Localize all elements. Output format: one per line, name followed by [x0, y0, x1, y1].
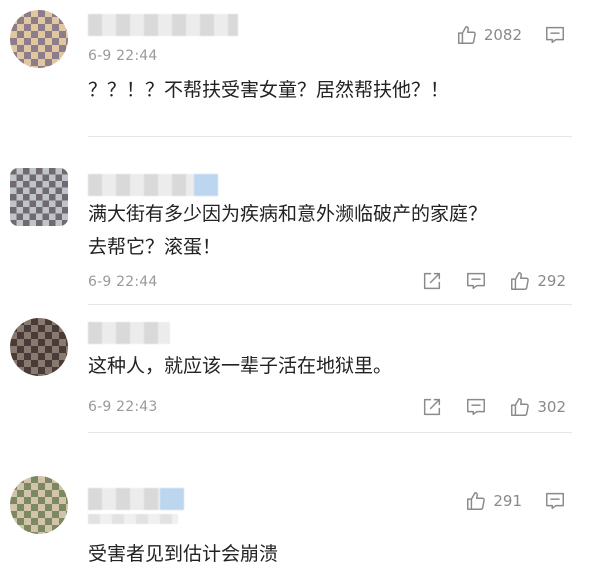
username-blurred[interactable] [88, 14, 238, 36]
username-blurred[interactable] [88, 174, 218, 196]
comment-icon [467, 272, 486, 290]
user-badge [160, 488, 184, 510]
share-button[interactable] [421, 396, 443, 418]
thumbs-up-icon [457, 26, 476, 44]
like-button[interactable]: 291 [465, 490, 522, 512]
comment-time: 6-9 22:44 [88, 274, 158, 290]
comment-icon [546, 492, 564, 510]
share-icon [424, 398, 441, 416]
divider [88, 136, 572, 137]
share-button[interactable] [421, 270, 443, 292]
comment-text: 这种人，就应该一辈子活在地狱里。 [88, 355, 393, 377]
share-icon [424, 272, 441, 290]
reply-button[interactable] [465, 270, 487, 292]
reply-button[interactable] [465, 396, 487, 418]
comment-actions: 2082 [434, 24, 566, 46]
comment-time: 6-9 22:43 [88, 399, 158, 415]
comment-icon [467, 398, 486, 416]
like-count: 291 [493, 492, 522, 510]
comment-icon [546, 26, 564, 44]
thumbs-up-icon [511, 398, 530, 416]
avatar[interactable] [10, 476, 68, 534]
divider [88, 432, 572, 433]
username-subline-blurred [88, 514, 178, 524]
comment-text: 满大街有多少因为疾病和意外濒临破产的家庭？ 去帮它？滚蛋！ [88, 203, 488, 258]
like-count: 2082 [483, 26, 522, 44]
reply-button[interactable] [544, 490, 566, 512]
reply-button[interactable] [544, 24, 566, 46]
thumbs-up-icon [467, 492, 486, 510]
like-count: 292 [537, 272, 566, 290]
like-button[interactable]: 292 [509, 270, 566, 292]
comment-actions: 291 [443, 490, 566, 512]
username-blurred[interactable] [88, 488, 184, 524]
avatar[interactable] [10, 10, 68, 68]
user-badge [194, 174, 218, 196]
thumbs-up-icon [511, 272, 530, 290]
comment-text: 受害者见到估计会崩溃 [88, 543, 279, 565]
like-count: 302 [537, 398, 566, 416]
like-button[interactable]: 302 [509, 396, 566, 418]
avatar[interactable] [10, 318, 68, 376]
like-button[interactable]: 2082 [456, 24, 522, 46]
comment-text: ？？！？不帮扶受害女童？居然帮扶他？！ [88, 79, 450, 101]
comment-actions: 302 [399, 396, 566, 418]
divider [88, 304, 572, 305]
comment-time: 6-9 22:44 [88, 48, 158, 64]
username-blurred[interactable] [88, 322, 170, 344]
comment-actions: 292 [399, 270, 566, 292]
avatar[interactable] [10, 168, 68, 226]
